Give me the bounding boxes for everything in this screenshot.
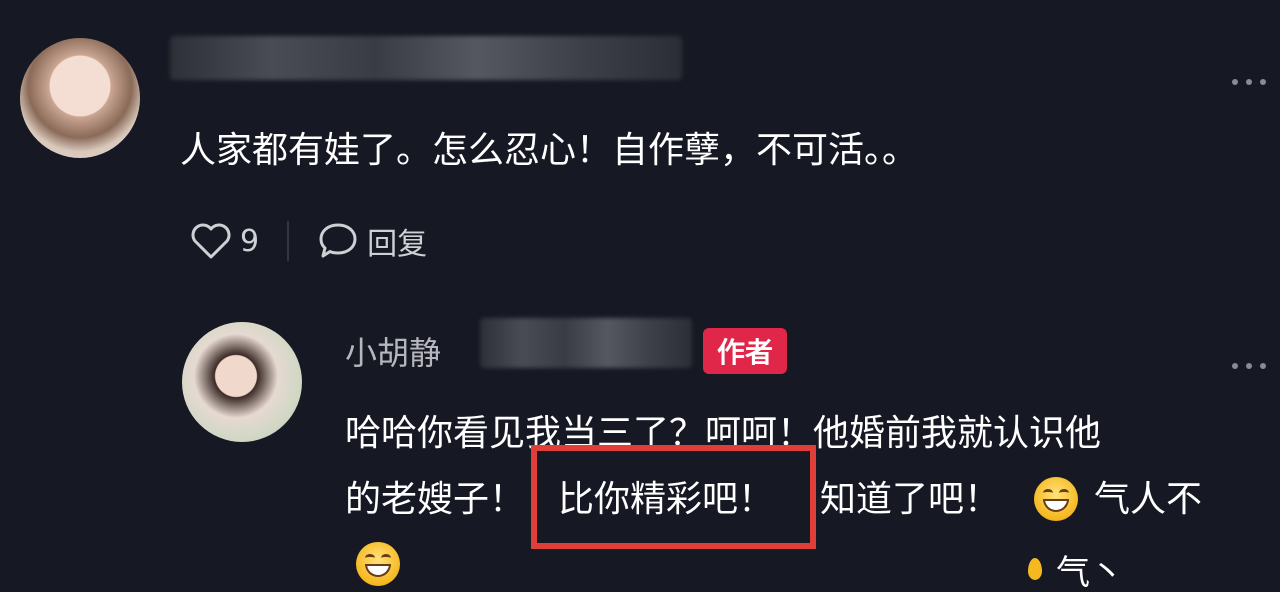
reply-text-line-2-end: 气人不 <box>1094 479 1203 520</box>
red-highlight-box <box>531 445 816 549</box>
like-button[interactable]: 9 <box>190 222 259 260</box>
more-options-icon[interactable] <box>1232 362 1266 370</box>
sweat-drop-emoji-icon <box>1028 558 1042 580</box>
comment-text: 人家都有娃了。怎么忍心！自作孽，不可活。。 <box>180 130 919 171</box>
reply-username[interactable]: 小胡静 <box>345 328 441 378</box>
blurred-username-suffix <box>480 318 692 368</box>
author-badge: 作者 <box>703 328 787 374</box>
reply-text-line-3-tail: 气丶 <box>1056 553 1124 592</box>
blurred-username <box>170 36 682 80</box>
reply-text-line-2-middle: 知道了吧！ <box>820 479 1001 520</box>
reply-button[interactable]: 回复 <box>317 219 427 263</box>
comment-actions: 9 回复 <box>190 216 427 266</box>
author-avatar[interactable] <box>182 322 302 442</box>
comment-section: 人家都有娃了。怎么忍心！自作孽，不可活。。 9 回复 小胡静 作者 哈哈你看见我… <box>0 0 1280 592</box>
reply-text-line-2-start: 的老嫂子！ <box>345 479 526 520</box>
grinning-face-emoji-icon <box>1034 477 1078 521</box>
grinning-face-emoji-icon <box>356 542 400 586</box>
like-count: 9 <box>240 223 260 259</box>
chat-bubble-icon <box>319 223 357 258</box>
action-divider <box>287 221 290 261</box>
heart-icon <box>191 223 231 259</box>
commenter-avatar[interactable] <box>20 38 140 158</box>
reply-label: 回复 <box>367 227 428 262</box>
more-options-icon[interactable] <box>1232 78 1266 86</box>
